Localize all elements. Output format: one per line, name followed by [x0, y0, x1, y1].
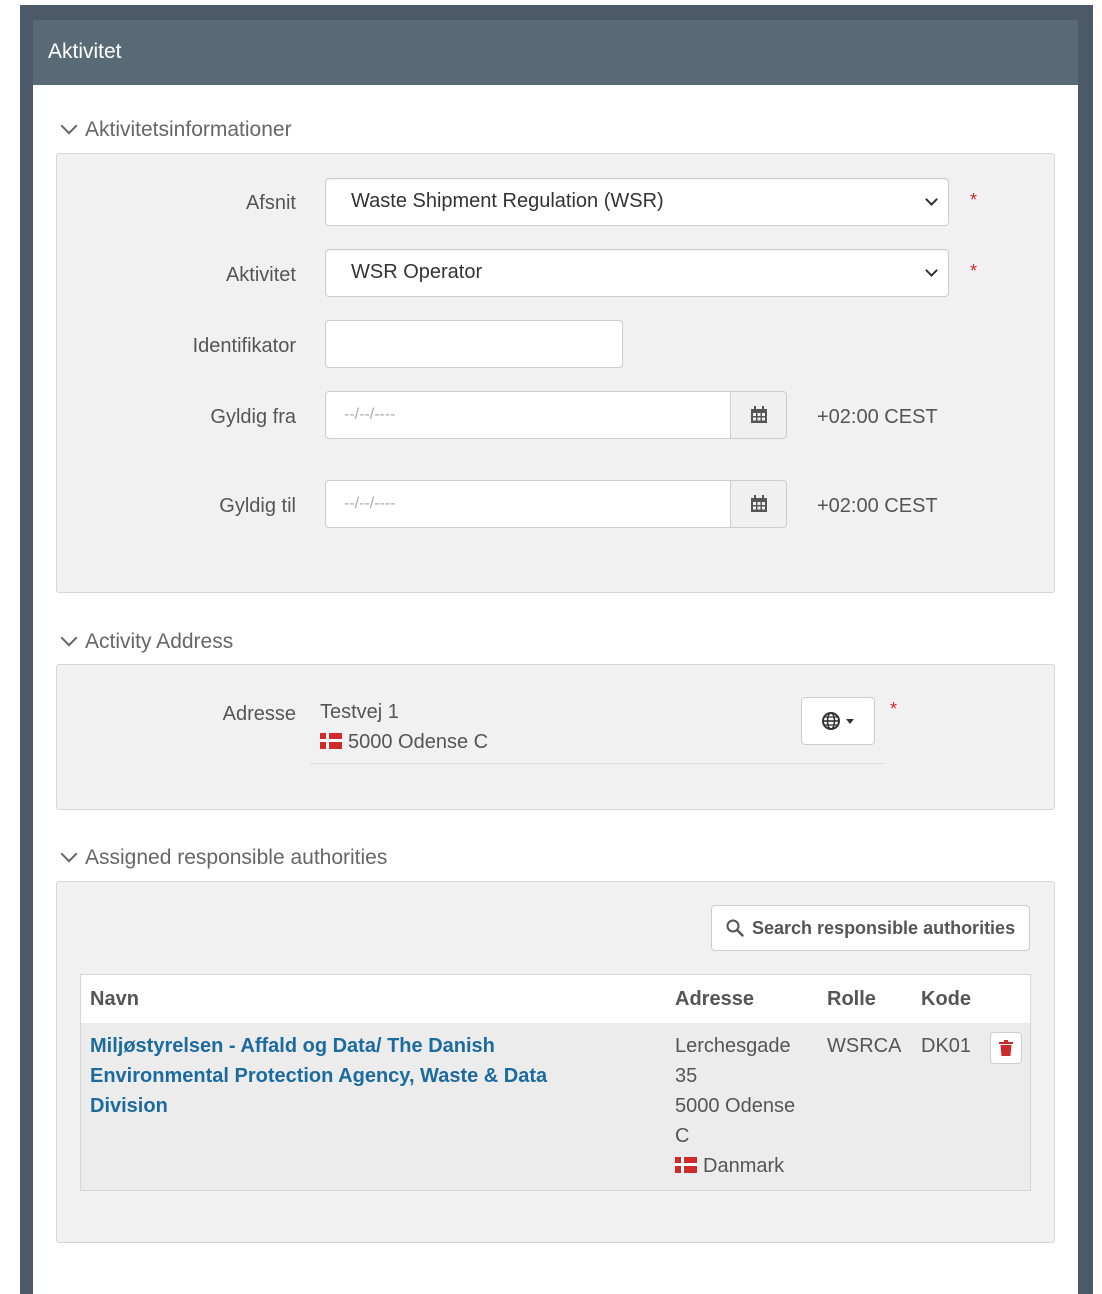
- gyldig-fra-calendar-button[interactable]: [731, 391, 787, 439]
- afsnit-select-value: Waste Shipment Regulation (WSR): [351, 190, 664, 212]
- column-header-adresse[interactable]: Adresse: [675, 988, 754, 1011]
- authority-name-line: Miljøstyrelsen - Affald og Data/ The Dan…: [90, 1035, 495, 1057]
- authority-name-line: Division: [90, 1095, 168, 1117]
- identifikator-label: Identifikator: [192, 335, 296, 357]
- adresse-label: Adresse: [222, 703, 296, 725]
- gyldig-til-calendar-button[interactable]: [731, 480, 787, 528]
- chevron-down-icon: [60, 845, 78, 863]
- afsnit-label: Afsnit: [245, 192, 296, 214]
- trash-icon: [999, 1040, 1013, 1056]
- gyldig-fra-timezone: +02:00 CEST: [817, 406, 938, 428]
- authorities-well: Search responsible authorities Navn Adre…: [56, 881, 1055, 1243]
- authority-code: DK01: [921, 1035, 972, 1057]
- aktivitet-select[interactable]: WSR Operator: [325, 249, 949, 297]
- calendar-icon: [750, 406, 767, 423]
- section-toggle-activity-address[interactable]: Activity Address: [57, 629, 234, 654]
- activity-info-well: Afsnit Waste Shipment Regulation (WSR) *…: [56, 153, 1055, 593]
- section-toggle-activity-info[interactable]: Aktivitetsinformationer: [57, 117, 292, 142]
- gyldig-til-label: Gyldig til: [219, 495, 296, 517]
- search-authorities-label: Search responsible authorities: [752, 917, 1016, 938]
- denmark-flag-icon: [320, 733, 342, 749]
- authority-country: Danmark: [703, 1155, 785, 1177]
- chevron-down-icon: [60, 629, 78, 647]
- panel-header: Aktivitet: [33, 20, 1078, 85]
- aktivitet-label: Aktivitet: [225, 264, 296, 286]
- denmark-flag-icon: [675, 1157, 697, 1173]
- authority-role: WSRCA: [827, 1035, 902, 1057]
- address-city-line: 5000 Odense C: [320, 731, 488, 754]
- globe-icon: [822, 712, 840, 730]
- afsnit-select[interactable]: Waste Shipment Regulation (WSR): [325, 178, 949, 226]
- authority-address-line: Lerchesgade: [675, 1035, 791, 1057]
- search-authorities-button[interactable]: Search responsible authorities: [711, 905, 1031, 951]
- chevron-down-icon: [925, 193, 938, 206]
- authority-address-line: C: [675, 1125, 690, 1147]
- activity-address-well: Adresse Testvej 1 5000 Odense C *: [56, 664, 1055, 810]
- caret-down-icon: [846, 719, 854, 724]
- chevron-down-icon: [60, 117, 78, 135]
- section-title-activity-info: Aktivitetsinformationer: [85, 118, 292, 141]
- column-header-kode[interactable]: Kode: [921, 988, 971, 1011]
- gyldig-til-input[interactable]: --/--/----: [325, 480, 731, 528]
- authority-address: Lerchesgade 35 5000 Odense C Danmark: [675, 1031, 815, 1181]
- chevron-down-icon: [925, 264, 938, 277]
- authority-name-link[interactable]: Miljøstyrelsen - Affald og Data/ The Dan…: [90, 1031, 650, 1121]
- section-title-authorities: Assigned responsible authorities: [85, 846, 388, 869]
- authority-name-line: Environmental Protection Agency, Waste &…: [90, 1065, 548, 1087]
- column-header-navn[interactable]: Navn: [90, 988, 139, 1011]
- address-divider: [310, 763, 885, 764]
- calendar-icon: [750, 495, 767, 512]
- aktivitet-select-value: WSR Operator: [351, 261, 483, 283]
- authority-address-line: 35: [675, 1065, 698, 1087]
- table-row: Miljøstyrelsen - Affald og Data/ The Dan…: [81, 1023, 1030, 1190]
- column-header-rolle[interactable]: Rolle: [827, 988, 876, 1011]
- gyldig-fra-input[interactable]: --/--/----: [325, 391, 731, 439]
- address-required-marker: *: [890, 699, 898, 719]
- address-city: 5000 Odense C: [348, 731, 489, 753]
- activity-panel: Aktivitet Aktivitetsinformationer Afsnit…: [33, 20, 1078, 1294]
- authority-country-line: Danmark: [675, 1151, 815, 1181]
- authorities-table: Navn Adresse Rolle Kode Miljøstyrelsen -…: [80, 974, 1031, 1191]
- address-lookup-button[interactable]: [801, 697, 875, 745]
- gyldig-fra-label: Gyldig fra: [210, 406, 296, 428]
- address-street: Testvej 1: [320, 701, 399, 723]
- authority-address-line: 5000 Odense: [675, 1095, 796, 1117]
- section-title-activity-address: Activity Address: [85, 630, 234, 653]
- afsnit-required-marker: *: [970, 190, 978, 210]
- search-icon: [726, 919, 744, 937]
- aktivitet-required-marker: *: [970, 261, 978, 281]
- section-toggle-authorities[interactable]: Assigned responsible authorities: [57, 845, 388, 870]
- gyldig-til-timezone: +02:00 CEST: [817, 495, 938, 517]
- identifikator-input[interactable]: [325, 320, 623, 368]
- delete-authority-button[interactable]: [990, 1032, 1022, 1064]
